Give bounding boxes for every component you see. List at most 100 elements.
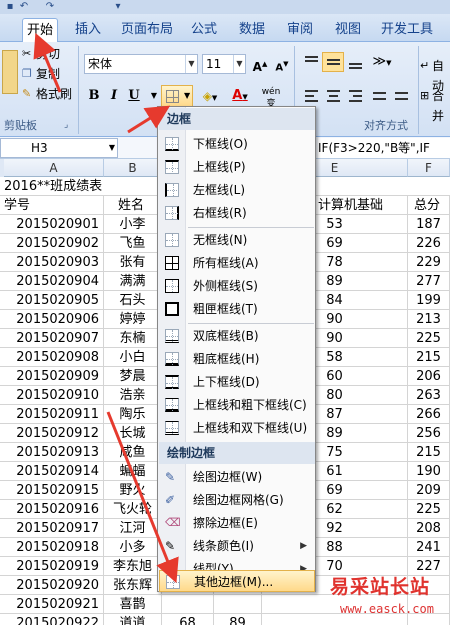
cell-name[interactable]: 小李	[104, 215, 162, 234]
cell-name[interactable]: 小白	[104, 348, 162, 367]
cell-id[interactable]: 2015020921	[4, 595, 104, 614]
cell-total[interactable]: 277	[408, 272, 450, 291]
menu-item-thick-bottom-border[interactable]: 粗底框线(H)	[159, 348, 315, 370]
borders-button[interactable]: ▼	[161, 85, 193, 107]
cell-name[interactable]: 野火	[104, 481, 162, 500]
cell-total[interactable]: 229	[408, 253, 450, 272]
cell-name[interactable]: 石头	[104, 291, 162, 310]
cell-name[interactable]: 小多	[104, 538, 162, 557]
formula-input[interactable]: IF(F3>220,"B等",IF	[318, 138, 450, 158]
cell-id[interactable]: 2015020905	[4, 291, 104, 310]
cell-c[interactable]: 68	[162, 614, 214, 625]
font-name-combo[interactable]: 宋体 ▼	[84, 54, 198, 74]
cell-id[interactable]: 2015020910	[4, 386, 104, 405]
cell-total[interactable]: 199	[408, 291, 450, 310]
header-cell-name[interactable]: 姓名	[118, 196, 162, 215]
cell-total[interactable]: 187	[408, 215, 450, 234]
menu-item-erase-border[interactable]: ⌫ 擦除边框(E)	[159, 512, 315, 534]
tab-review[interactable]: 审阅	[282, 18, 318, 42]
menu-item-top-double-bottom-border[interactable]: 上框线和双下框线(U)	[159, 417, 315, 439]
cell-id[interactable]: 2015020907	[4, 329, 104, 348]
cell-name[interactable]: 江河	[104, 519, 162, 538]
cell-total[interactable]: 225	[408, 500, 450, 519]
cell-id[interactable]: 2015020918	[4, 538, 104, 557]
font-size-combo[interactable]: 11 ▼	[202, 54, 246, 74]
cell-total[interactable]: 208	[408, 519, 450, 538]
cell-id[interactable]: 2015020912	[4, 424, 104, 443]
tab-insert[interactable]: 插入	[70, 18, 106, 42]
cell-id[interactable]: 2015020917	[4, 519, 104, 538]
dialog-launcher-icon[interactable]: ⌟	[64, 118, 74, 132]
menu-item-outside-borders[interactable]: 外侧框线(S)	[159, 275, 315, 297]
undo-icon[interactable]: ↶	[18, 1, 30, 12]
column-header-f[interactable]: F	[408, 159, 450, 177]
bold-button[interactable]: B	[84, 86, 104, 106]
cell-name[interactable]: 陶乐	[104, 405, 162, 424]
menu-item-right-border[interactable]: 右框线(R)	[159, 202, 315, 224]
cell-total[interactable]: 263	[408, 386, 450, 405]
tab-developer[interactable]: 开发工具	[378, 18, 436, 42]
orientation-icon[interactable]: ≫▼	[368, 52, 396, 72]
cell-name[interactable]: 道道	[104, 614, 162, 625]
cell-total[interactable]: 213	[408, 310, 450, 329]
cell-c[interactable]	[162, 595, 214, 614]
cell-id[interactable]: 2015020920	[4, 576, 104, 595]
phonetic-button[interactable]: wén 变	[258, 86, 284, 109]
align-middle-button[interactable]	[322, 52, 344, 72]
menu-item-bottom-border[interactable]: 下框线(O)	[159, 133, 315, 155]
name-box[interactable]: H3 ▼	[0, 138, 118, 158]
merge-icon[interactable]: ⊞	[420, 86, 429, 106]
cell-name[interactable]: 婷婷	[104, 310, 162, 329]
cell-total[interactable]: 225	[408, 329, 450, 348]
menu-item-no-border[interactable]: 无框线(N)	[159, 229, 315, 251]
cell-id[interactable]: 2015020914	[4, 462, 104, 481]
wrap-text-icon[interactable]: ↵	[420, 56, 429, 76]
column-header-b[interactable]: B	[104, 159, 162, 177]
copy-button[interactable]: 复制	[36, 64, 60, 84]
cell-id[interactable]: 2015020919	[4, 557, 104, 576]
cell-total[interactable]: 241	[408, 538, 450, 557]
cell-name[interactable]: 东楠	[104, 329, 162, 348]
menu-item-thick-box-border[interactable]: 粗匣框线(T)	[159, 298, 315, 320]
tab-formulas[interactable]: 公式	[186, 18, 222, 42]
cell-id[interactable]: 2015020908	[4, 348, 104, 367]
cell-total[interactable]: 215	[408, 443, 450, 462]
cell-name[interactable]: 李东旭	[104, 557, 162, 576]
customize-qat-icon[interactable]: ▾	[112, 1, 124, 12]
cell-name[interactable]: 飞火轮	[104, 500, 162, 519]
cut-button[interactable]: 剪切	[36, 44, 60, 64]
menu-item-top-bottom-border[interactable]: 上下框线(D)	[159, 371, 315, 393]
cell-name[interactable]: 梦晨	[104, 367, 162, 386]
wrap-text-button[interactable]: 自动	[432, 56, 450, 93]
underline-button[interactable]: U	[124, 86, 144, 106]
cell-id[interactable]: 2015020901	[4, 215, 104, 234]
italic-button[interactable]: I	[104, 86, 124, 106]
menu-item-all-borders[interactable]: 所有框线(A)	[159, 252, 315, 274]
menu-item-draw-border[interactable]: ✎ 绘图边框(W)	[159, 466, 315, 488]
cell-id[interactable]: 2015020903	[4, 253, 104, 272]
increase-indent-icon[interactable]	[390, 86, 412, 106]
align-top-button[interactable]	[300, 52, 322, 72]
font-color-icon[interactable]: A▼	[228, 86, 252, 106]
cell-id[interactable]: 2015020902	[4, 234, 104, 253]
align-center-button[interactable]	[322, 86, 344, 106]
header-cell-total[interactable]: 总分	[414, 196, 450, 215]
cell-total[interactable]: 266	[408, 405, 450, 424]
cell-id[interactable]: 2015020906	[4, 310, 104, 329]
cell-id[interactable]: 2015020916	[4, 500, 104, 519]
cell-total[interactable]: 190	[408, 462, 450, 481]
cell-total[interactable]: 256	[408, 424, 450, 443]
decrease-indent-icon[interactable]	[368, 86, 390, 106]
align-right-button[interactable]	[344, 86, 366, 106]
menu-item-line-color[interactable]: ✎ 线条颜色(I) ▶	[159, 535, 315, 557]
cell-name[interactable]: 满满	[104, 272, 162, 291]
save-icon[interactable]: ▪	[4, 1, 16, 12]
align-left-button[interactable]	[300, 86, 322, 106]
cell-name[interactable]: 喜鹊	[104, 595, 162, 614]
header-cell-computer[interactable]: 计算机基础	[318, 196, 408, 215]
column-header-a[interactable]: A	[4, 159, 104, 177]
paste-icon[interactable]	[2, 50, 18, 94]
cell-name[interactable]: 咸鱼	[104, 443, 162, 462]
cell-d[interactable]	[214, 595, 262, 614]
menu-item-top-border[interactable]: 上框线(P)	[159, 156, 315, 178]
